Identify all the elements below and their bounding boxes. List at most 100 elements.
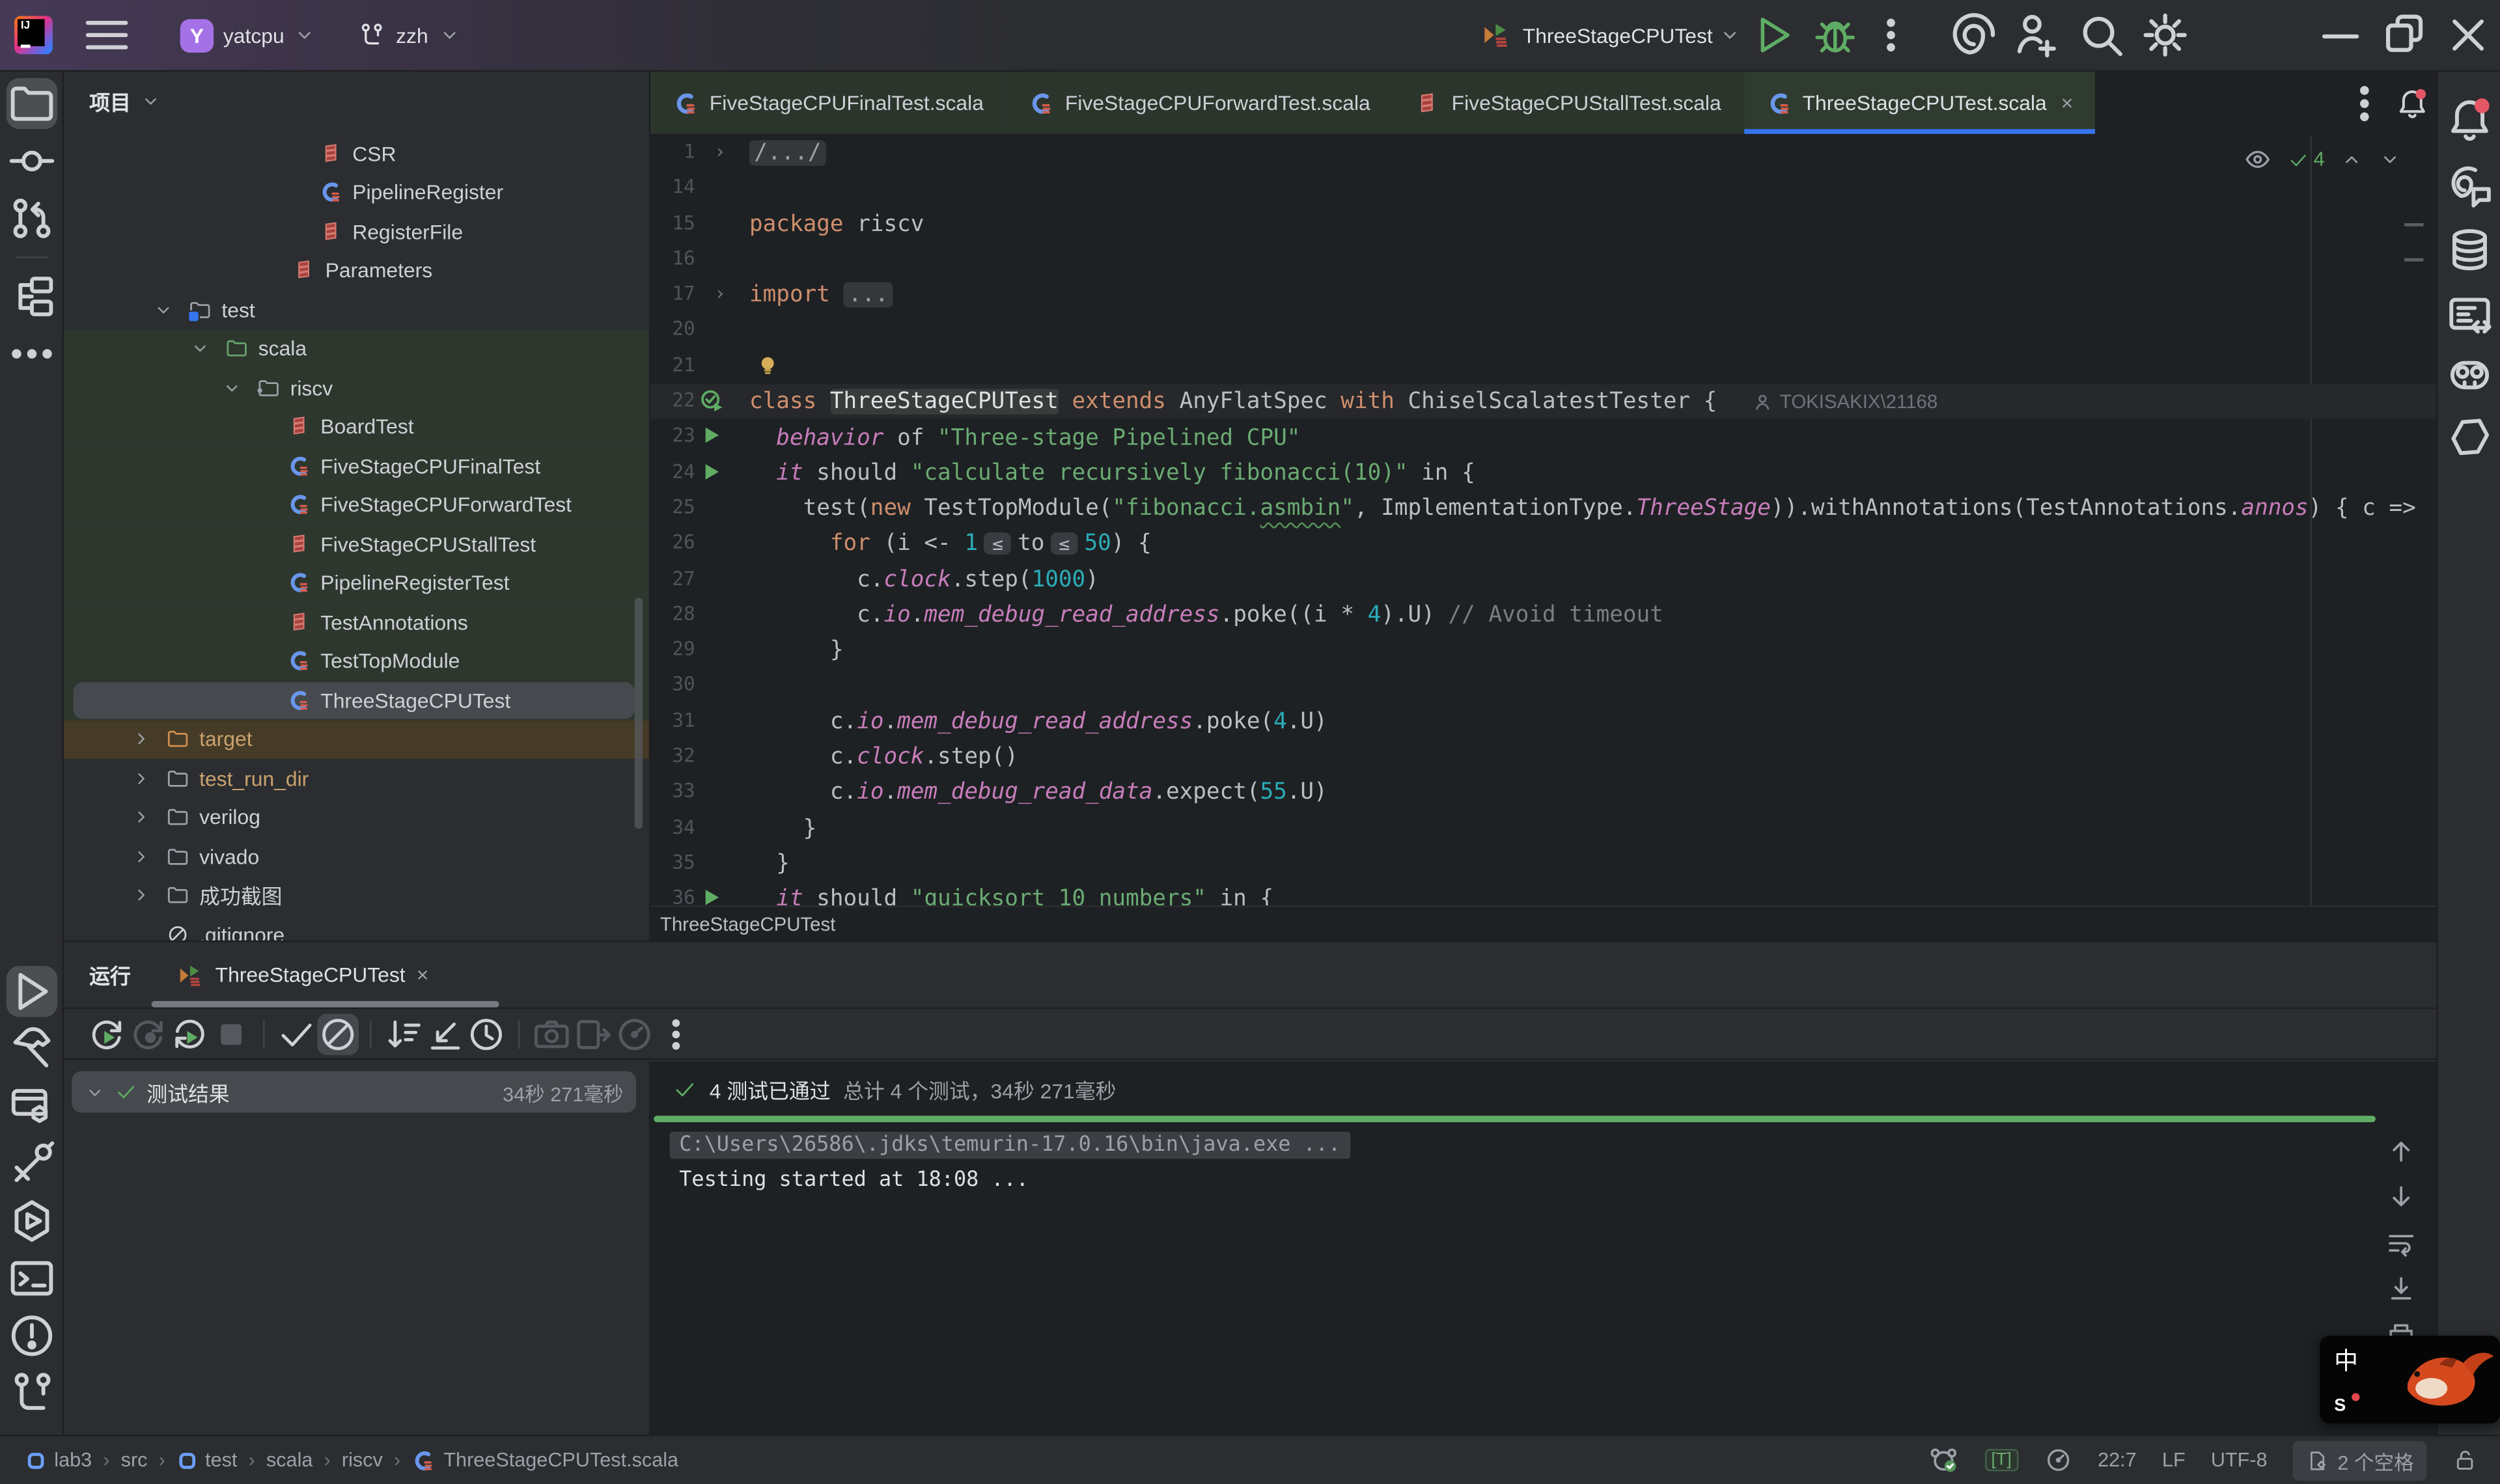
editor-tab-FiveStageCPUForwardTest.scala[interactable]: FiveStageCPUForwardTest.scala xyxy=(1006,72,1393,134)
run-toolbar-stop[interactable] xyxy=(210,1013,252,1054)
close-run-tab-icon[interactable]: × xyxy=(417,963,429,987)
gutter[interactable]: 14 xyxy=(650,171,749,207)
chevron-down-icon[interactable] xyxy=(85,1082,105,1103)
gutter[interactable]: 31 xyxy=(650,704,749,740)
tree-item-vivado[interactable]: vivado xyxy=(64,837,650,876)
gutter[interactable]: 33 xyxy=(650,775,749,811)
tool-stripe-commit[interactable] xyxy=(6,135,57,186)
run-console[interactable]: 4 测试已通过 总计 4 个测试，34秒 271毫秒 C:\Users\2658… xyxy=(650,1062,2436,1435)
run-toolbar-navigate-with-single-click[interactable] xyxy=(424,1013,465,1054)
close-tab-icon[interactable]: × xyxy=(2061,91,2074,115)
code-line-15[interactable]: 15 package riscv xyxy=(650,206,2436,242)
tree-item-target[interactable]: target xyxy=(64,720,650,759)
code-line-14[interactable]: 14 xyxy=(650,171,2436,207)
scroll-to-end-icon[interactable] xyxy=(2385,1274,2417,1306)
tool-stripe-database[interactable] xyxy=(2443,225,2494,275)
code-line-24[interactable]: 24 it should "calculate recursively fibo… xyxy=(650,456,2436,491)
tool-stripe-copilot[interactable] xyxy=(2443,351,2494,402)
soft-wrap-icon[interactable] xyxy=(2385,1228,2417,1259)
code-line-20[interactable]: 20 xyxy=(650,313,2436,349)
test-results-row[interactable]: 测试结果 34秒 271毫秒 xyxy=(72,1071,636,1113)
tree-item-.gitignore[interactable]: .gitignore xyxy=(64,915,650,941)
tree-collapsed-icon[interactable] xyxy=(131,768,152,789)
file-encoding[interactable]: UTF-8 xyxy=(2211,1449,2268,1471)
inspections-widget[interactable]: 4 xyxy=(2243,145,2401,174)
code-line-21[interactable]: 21 xyxy=(650,349,2436,385)
tree-item-ThreeStageCPUTest[interactable]: ThreeStageCPUTest xyxy=(64,681,650,720)
translation-badge[interactable]: [T] xyxy=(1985,1449,2018,1471)
gutter[interactable]: 21 xyxy=(650,349,749,385)
run-configuration[interactable]: ThreeStageCPUTest xyxy=(1523,23,1713,48)
tree-collapsed-icon[interactable] xyxy=(131,846,152,867)
tree-item-TestTopModule[interactable]: TestTopModule xyxy=(64,642,650,681)
gutter[interactable]: 28 xyxy=(650,598,749,633)
run-toolbar-screenshot[interactable] xyxy=(531,1013,573,1054)
run-toolbar-rerun[interactable] xyxy=(86,1013,128,1054)
run-test-icon[interactable] xyxy=(700,424,722,447)
editor-breadcrumb[interactable]: ThreeStageCPUTest xyxy=(650,905,2436,941)
tree-item-PipelineRegisterTest[interactable]: PipelineRegisterTest xyxy=(64,564,650,603)
gutter[interactable]: 17› xyxy=(650,278,749,314)
notifications-icon[interactable] xyxy=(2395,85,2430,120)
tree-collapsed-icon[interactable] xyxy=(131,807,152,828)
run-toolbar-coverage[interactable] xyxy=(614,1013,656,1054)
tree-item-verilog[interactable]: verilog xyxy=(64,798,650,837)
tool-stripe-structure[interactable] xyxy=(6,271,57,322)
code-area[interactable]: 1› /.../ 14 15 package riscv 16 17› impo… xyxy=(650,135,2436,905)
tree-expanded-icon[interactable] xyxy=(189,338,210,359)
editor-tab-ThreeStageCPUTest.scala[interactable]: ThreeStageCPUTest.scala × xyxy=(1743,72,2096,134)
tool-stripe-documentation[interactable] xyxy=(2443,290,2494,341)
tool-stripe-plugin-hexagon[interactable] xyxy=(2443,413,2494,463)
tool-stripe-notifications[interactable] xyxy=(2443,94,2494,144)
code-line-26[interactable]: 26 for (i <- 1≤to≤50) { xyxy=(650,527,2436,562)
code-line-1[interactable]: 1› /.../ xyxy=(650,135,2436,171)
run-toolbar-sort-by-duration[interactable] xyxy=(383,1013,424,1054)
gutter[interactable]: 34 xyxy=(650,811,749,847)
tree-item-FiveStageCPUFinalTest[interactable]: FiveStageCPUFinalTest xyxy=(64,447,650,486)
tool-stripe-sbt[interactable] xyxy=(7,1138,57,1189)
gutter[interactable]: 27 xyxy=(650,562,749,598)
tool-stripe-problems[interactable] xyxy=(7,1310,57,1361)
intention-bulb-icon[interactable] xyxy=(756,355,780,379)
code-line-28[interactable]: 28 c.io.mem_debug_read_address.poke((i *… xyxy=(650,598,2436,633)
tree-item-TestAnnotations[interactable]: TestAnnotations xyxy=(64,603,650,642)
tree-item-FiveStageCPUStallTest[interactable]: FiveStageCPUStallTest xyxy=(64,525,650,564)
caret-position[interactable]: 22:7 xyxy=(2098,1449,2137,1471)
settings-icon[interactable] xyxy=(2133,8,2197,62)
gutter[interactable]: 25 xyxy=(650,491,749,527)
gutter[interactable]: 23 xyxy=(650,420,749,456)
gutter[interactable]: 24 xyxy=(650,456,749,491)
tree-item-CSR[interactable]: CSR xyxy=(64,134,650,173)
breadcrumb-riscv[interactable]: riscv xyxy=(342,1449,383,1471)
vcs-widget[interactable]: zzh xyxy=(345,11,473,59)
tree-expanded-icon[interactable] xyxy=(153,299,174,320)
tree-item-riscv[interactable]: riscv xyxy=(64,368,650,407)
code-line-27[interactable]: 27 c.clock.step(1000) xyxy=(650,562,2436,598)
project-panel-header[interactable]: 项目 xyxy=(64,72,649,129)
code-line-33[interactable]: 33 c.io.mem_debug_read_data.expect(55.U) xyxy=(650,775,2436,811)
gutter[interactable]: 30 xyxy=(650,668,749,704)
gauge-icon[interactable] xyxy=(2044,1446,2072,1474)
run-toolbar-export-test-results[interactable] xyxy=(572,1013,614,1054)
tool-stripe-pull-requests[interactable] xyxy=(6,193,57,243)
next-problem-icon[interactable] xyxy=(2379,148,2401,171)
run-toolbar-restart[interactable] xyxy=(169,1013,211,1054)
tool-stripe-project[interactable] xyxy=(6,78,57,129)
code-line-36[interactable]: 36 it should "quicksort 10 numbers" in { xyxy=(650,882,2436,905)
code-line-25[interactable]: 25 test(new TestTopModule("fibonacci.asm… xyxy=(650,491,2436,527)
code-line-35[interactable]: 35 } xyxy=(650,846,2436,882)
tree-item-scala[interactable]: scala xyxy=(64,329,650,368)
fold-arrow-icon[interactable]: › xyxy=(714,282,726,305)
gutter[interactable]: 16 xyxy=(650,242,749,278)
fold-arrow-icon[interactable]: › xyxy=(714,141,726,163)
reader-mode-eye-icon[interactable] xyxy=(2243,145,2272,174)
run-test-icon[interactable] xyxy=(700,886,722,905)
tool-stripe-sbt-shell[interactable] xyxy=(7,1196,57,1246)
gutter[interactable]: 20 xyxy=(650,313,749,349)
scroll-down-icon[interactable] xyxy=(2385,1181,2417,1213)
breadcrumb-src[interactable]: src xyxy=(121,1449,148,1471)
tree-item-test[interactable]: test xyxy=(64,290,650,329)
tab-options-icon[interactable] xyxy=(2340,79,2388,126)
gutter[interactable]: 1› xyxy=(650,135,749,171)
indent-widget[interactable]: 2 个空格 xyxy=(2293,1440,2427,1480)
